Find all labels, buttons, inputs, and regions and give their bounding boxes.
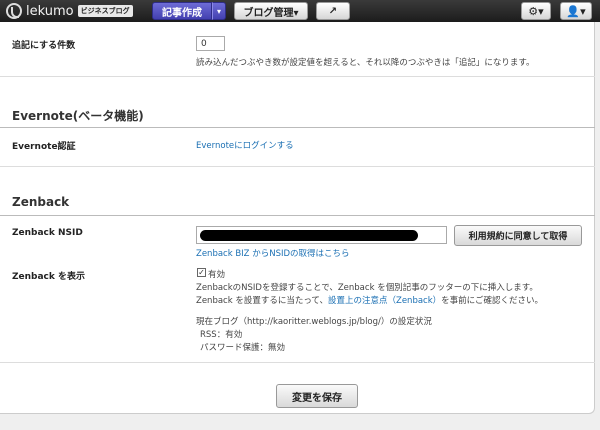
tweets-count-description: 読み込んだつぶやき数が設定値を超えると、それ以降のつぶやきは「追記」になります。 — [196, 58, 535, 68]
tweets-count-label: 追記にする件数 — [12, 41, 76, 51]
zenback-show-label: Zenback を表示 — [12, 272, 86, 282]
redacted-nsid-value — [200, 230, 418, 241]
lekumo-logo-icon — [6, 3, 22, 19]
lekumo-logo[interactable]: lekumo ビジネスブログ — [6, 2, 133, 20]
external-link-icon: ↗ — [328, 5, 338, 17]
divider — [0, 166, 595, 167]
zenback-biz-nsid-link[interactable]: Zenback BIZ からNSIDの取得はこちら — [196, 247, 350, 259]
section-divider — [0, 215, 595, 216]
rss-status: RSS：有効 — [200, 330, 243, 340]
save-changes-button[interactable]: 変更を保存 — [276, 384, 358, 408]
view-blog-external-button[interactable]: ↗ — [316, 2, 350, 20]
write-article-button[interactable]: 記事作成 — [152, 2, 212, 20]
zenback-nsid-label: Zenback NSID — [12, 228, 83, 238]
gear-icon: ⚙▾ — [528, 4, 544, 18]
user-menu-button[interactable]: 👤▾ — [560, 2, 592, 20]
tweets-count-input[interactable]: 0 — [196, 36, 225, 51]
settings-menu-button[interactable]: ⚙▾ — [521, 2, 551, 20]
logo-badge: ビジネスブログ — [77, 5, 133, 17]
evernote-auth-label: Evernote認証 — [12, 142, 76, 152]
zenback-description-2-prefix: Zenback を設置するに当たって、 — [196, 296, 328, 306]
zenback-enable-label: 有効 — [208, 270, 226, 280]
password-status: パスワード保護：無効 — [200, 343, 286, 353]
section-divider — [0, 127, 595, 128]
blog-manage-button[interactable]: ブログ管理▾ — [234, 2, 308, 20]
agree-and-get-nsid-button[interactable]: 利用規約に同意して取得 — [454, 225, 582, 246]
settings-panel — [0, 22, 595, 414]
top-navigation-bar: lekumo ビジネスブログ 記事作成 ▾ ブログ管理▾ ↗ ⚙▾ 👤▾ — [0, 0, 600, 22]
logo-text: lekumo — [26, 3, 74, 19]
write-article-dropdown-button[interactable]: ▾ — [212, 2, 226, 20]
zenback-notes-link[interactable]: 設置上の注意点（Zenback） — [328, 296, 441, 306]
zenback-enable-checkbox[interactable]: ✓ — [197, 268, 206, 277]
evernote-login-link[interactable]: Evernoteにログインする — [196, 139, 294, 151]
zenback-section-title: Zenback — [12, 195, 70, 209]
user-icon: 👤▾ — [566, 4, 586, 18]
zenback-description-2-suffix: を事前にご確認ください。 — [441, 296, 543, 306]
divider — [0, 362, 595, 363]
blog-settings-status-title: 現在ブログ（http://kaoritter.weblogs.jp/blog/）… — [196, 317, 432, 327]
zenback-description-1: ZenbackのNSIDを登録することで、Zenback を個別記事のフッターの… — [196, 283, 538, 293]
evernote-section-title: Evernote(ベータ機能) — [12, 109, 144, 123]
zenback-description-2: Zenback を設置するに当たって、設置上の注意点（Zenback）を事前にご… — [196, 294, 543, 306]
divider — [0, 76, 595, 77]
